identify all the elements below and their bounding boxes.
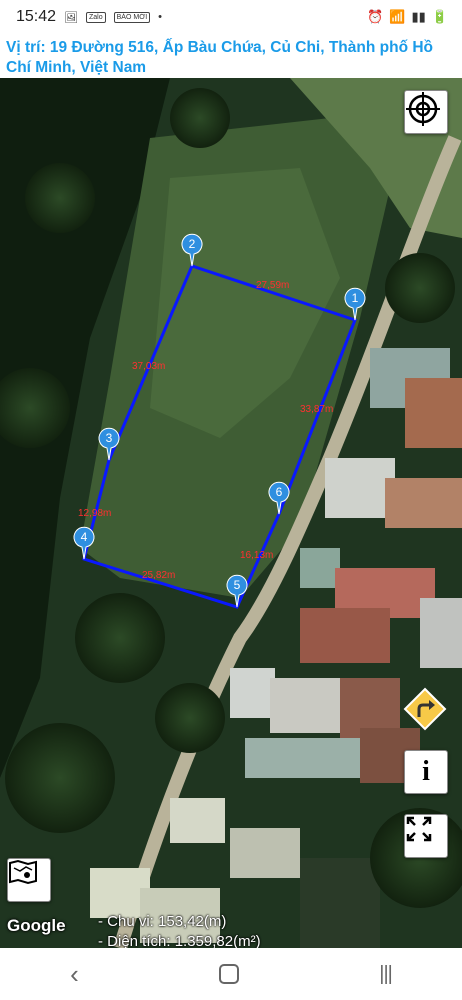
zalo-icon: Zalo — [86, 11, 106, 23]
system-nav-bar: ‹ ||| — [0, 948, 462, 1000]
info-button[interactable]: i — [404, 750, 448, 794]
home-button[interactable] — [219, 964, 240, 984]
battery-icon: 🔋 — [431, 9, 448, 24]
marker-label: 5 — [234, 578, 241, 592]
gallery-icon: 🖼 — [64, 11, 79, 24]
marker-label: 6 — [276, 485, 283, 499]
marker-label: 4 — [81, 530, 88, 544]
info-icon: i — [422, 756, 430, 787]
perimeter-text: - Chu vi: 153,42(m) — [98, 913, 227, 930]
edge-label: 16,13m — [240, 550, 273, 561]
signal-icon: ▮▮ — [411, 9, 426, 24]
status-bar: 15:42 🖼 Zalo BÁO MỚI • ⏰ 📶 ▮▮ 🔋 — [0, 0, 462, 34]
satellite-map[interactable]: 27,59m 37,03m 33,87m 12,98m 16,13m 25,82… — [0, 78, 462, 948]
wifi-icon: 📶 — [389, 9, 406, 24]
alarm-icon: ⏰ — [367, 9, 384, 24]
edge-label: 27,59m — [256, 280, 289, 291]
edge-label: 33,87m — [300, 404, 333, 415]
edge-label: 25,82m — [142, 570, 175, 581]
expand-icon — [406, 816, 432, 842]
recent-apps-button[interactable]: ||| — [379, 963, 393, 986]
marker-label: 2 — [189, 237, 196, 251]
stats-panel: - Chu vi: 153,42(m) - Diện tích: 1.359,8… — [98, 912, 261, 948]
area-text: - Diện tích: 1.359,82(m²) — [98, 933, 261, 948]
directions-button[interactable] — [403, 687, 447, 731]
map-type-button[interactable] — [7, 858, 51, 902]
marker-label: 1 — [352, 291, 359, 305]
my-location-button[interactable] — [404, 90, 448, 134]
edge-label: 37,03m — [132, 361, 165, 372]
baomoi-icon: BÁO MỚI — [113, 11, 151, 23]
dot-icon: • — [158, 11, 163, 23]
location-header: Vị trí: 19 Đường 516, Ấp Bàu Chứa, Củ Ch… — [0, 34, 462, 78]
back-button[interactable]: ‹ — [70, 959, 79, 990]
map-canvas[interactable]: 27,59m 37,03m 33,87m 12,98m 16,13m 25,82… — [0, 78, 462, 948]
edge-label: 12,98m — [78, 508, 111, 519]
turn-right-icon — [403, 687, 447, 731]
google-attribution: Google — [7, 916, 66, 935]
marker-label: 3 — [106, 431, 113, 445]
map-layers-icon — [9, 859, 37, 885]
status-time: 15:42 — [16, 8, 57, 25]
fullscreen-button[interactable] — [404, 814, 448, 858]
crosshair-icon — [406, 92, 440, 126]
